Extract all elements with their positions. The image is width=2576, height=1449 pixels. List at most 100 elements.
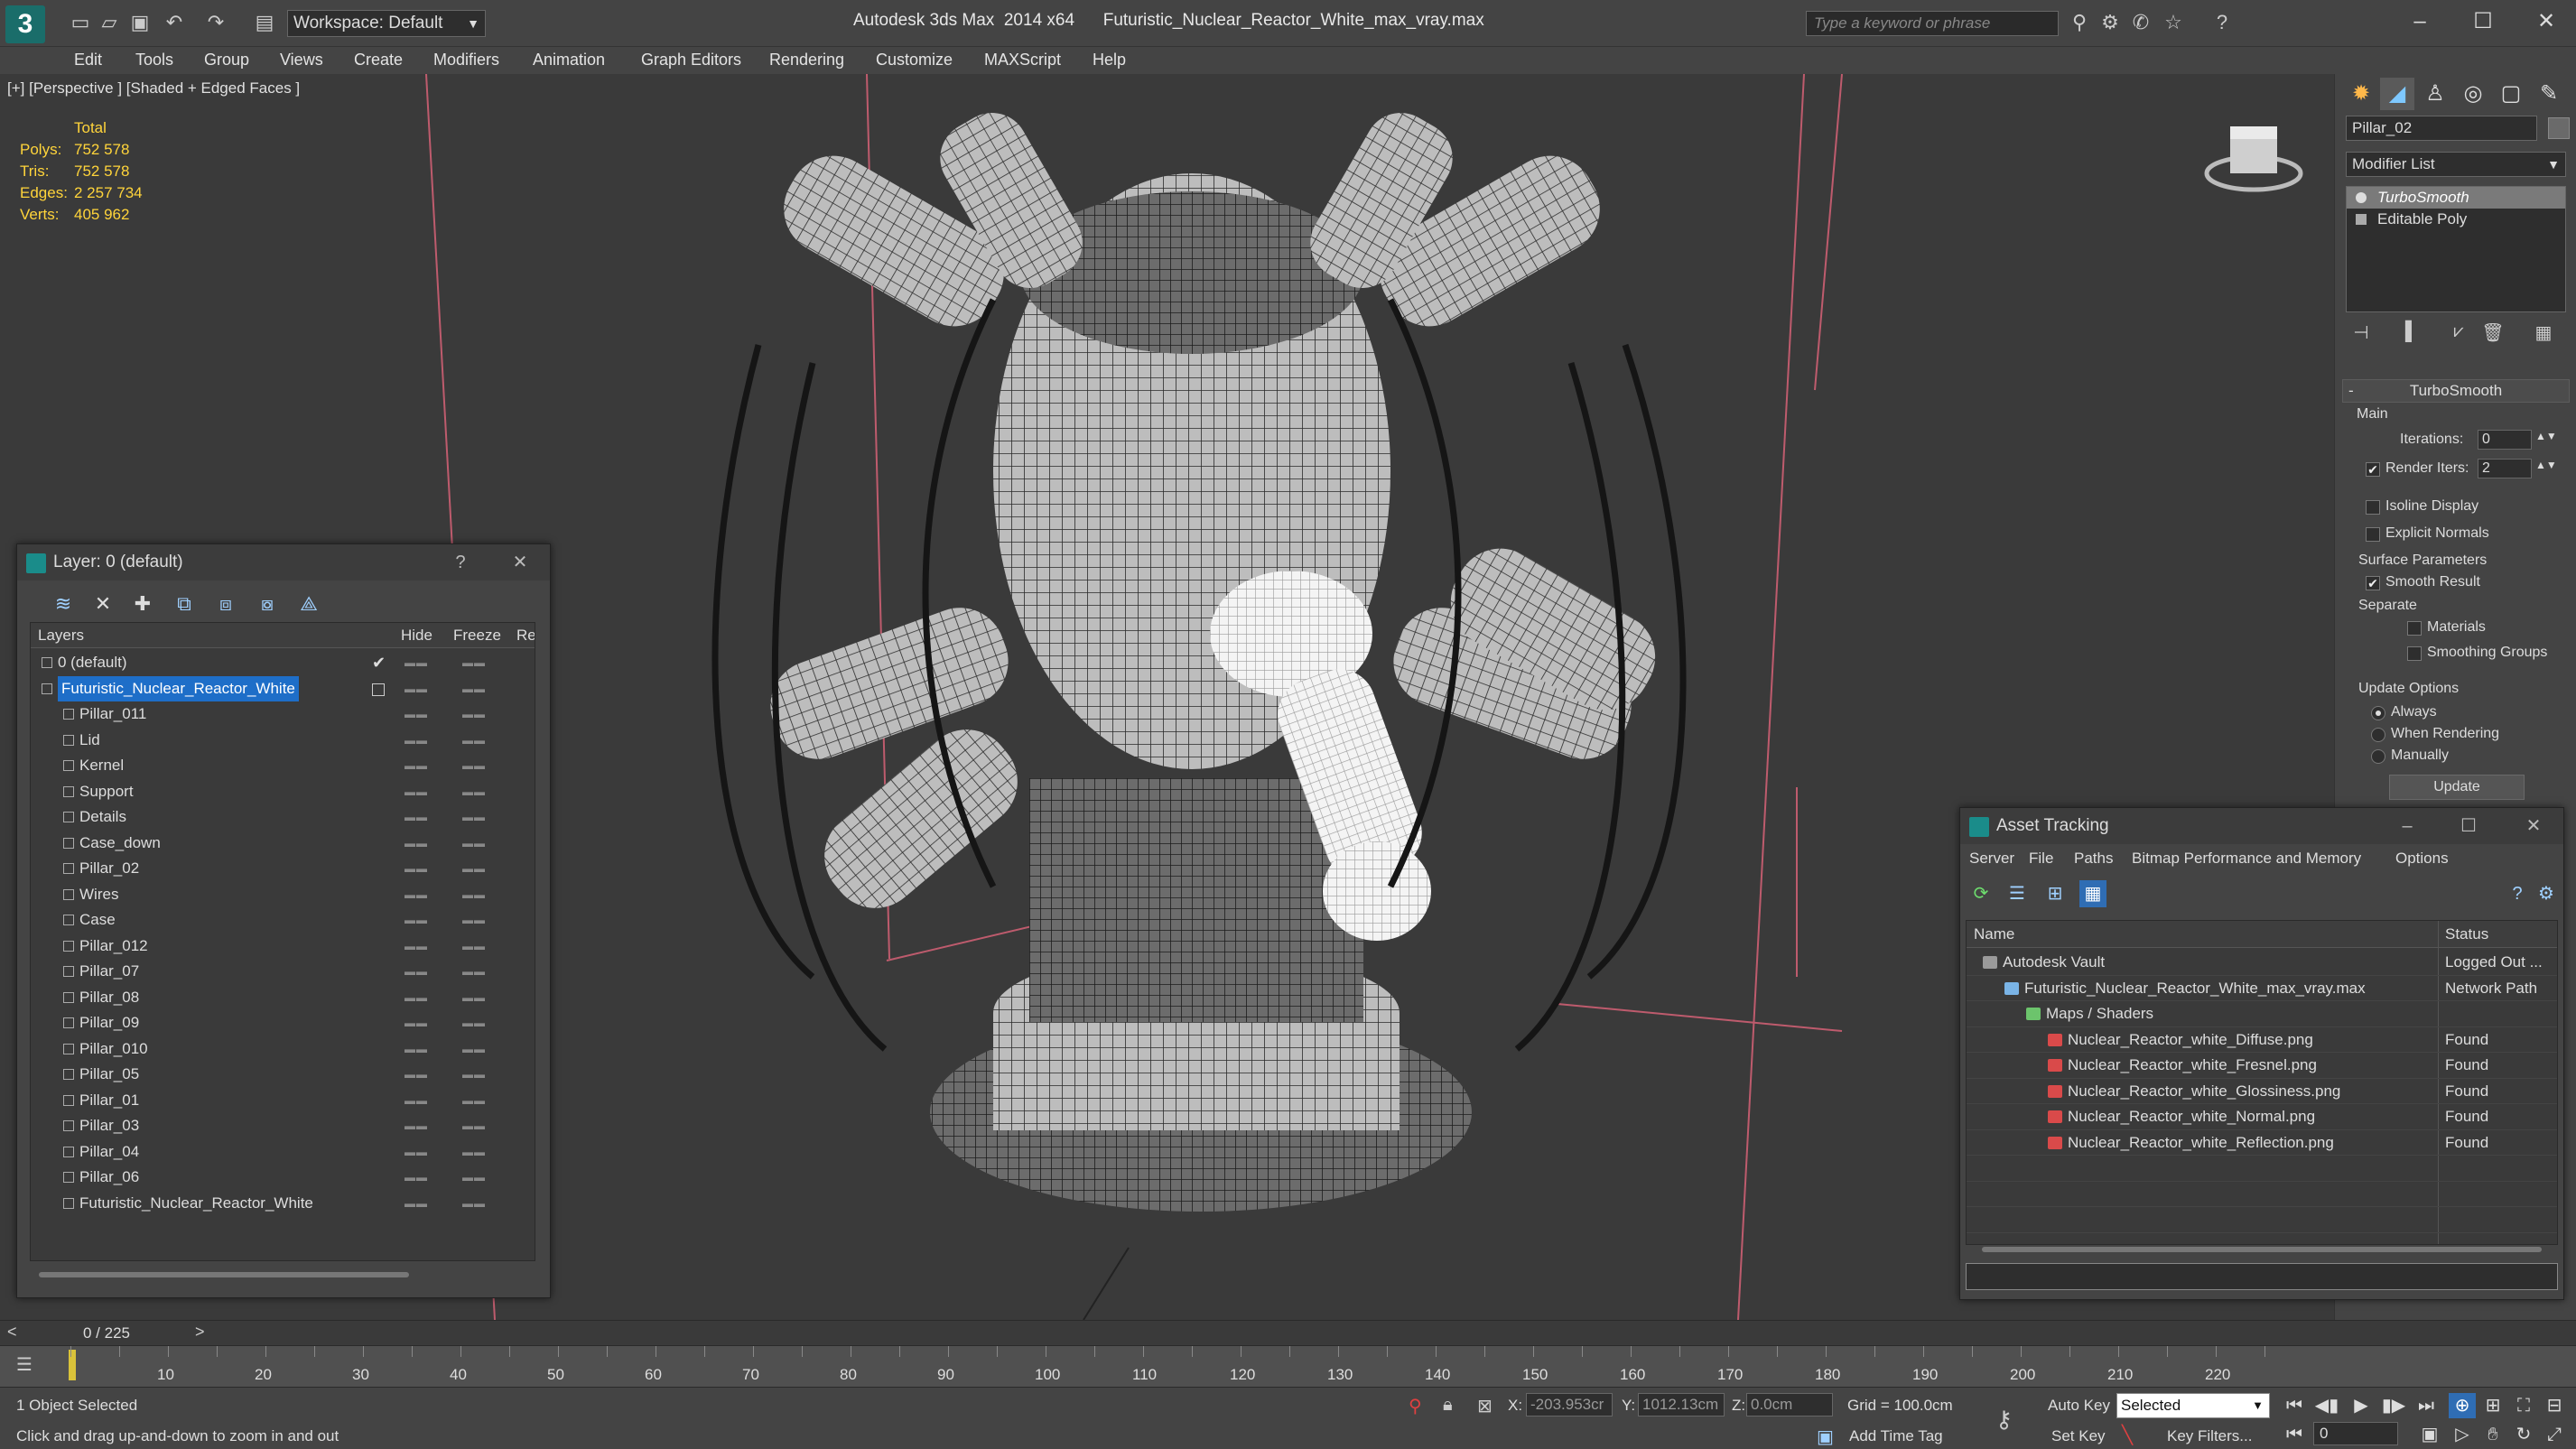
hide-toggle[interactable]: ▬▬ [405, 933, 428, 960]
layer-row[interactable]: Pillar_04 ▬▬ ▬▬ [31, 1139, 535, 1166]
layer-row[interactable]: Pillar_010 ▬▬ ▬▬ [31, 1036, 535, 1063]
hide-all-icon[interactable]: ⧇ [254, 591, 281, 617]
layer-row[interactable]: Pillar_06 ▬▬ ▬▬ [31, 1165, 535, 1191]
modifier-list-dropdown[interactable]: Modifier List ▼ [2346, 152, 2566, 177]
object-color-swatch[interactable] [2548, 117, 2570, 139]
auto-key-button[interactable]: Auto Key [2048, 1397, 2110, 1415]
update-manually-radio[interactable] [2371, 749, 2385, 764]
hide-toggle[interactable]: ▬▬ [405, 882, 428, 908]
key-filters-button[interactable]: Key Filters... [2167, 1427, 2252, 1445]
y-coordinate-field[interactable]: 1012.13cm [1638, 1393, 1725, 1416]
hide-toggle[interactable]: ▬▬ [405, 779, 428, 805]
iterations-spinner[interactable]: 0 [2478, 430, 2532, 450]
hide-toggle[interactable]: ▬▬ [405, 1165, 428, 1191]
freeze-toggle[interactable]: ▬▬ [462, 779, 486, 805]
delete-layer-icon[interactable]: ✕ [89, 591, 116, 617]
pan-view-icon[interactable]: ✋︎ [2479, 1422, 2506, 1447]
menu-graph-editors[interactable]: Graph Editors [641, 51, 741, 70]
asset-row[interactable]: Nuclear_Reactor_white_Normal.png Found [1967, 1104, 2557, 1130]
menu-paths[interactable]: Paths [2074, 850, 2113, 868]
add-time-tag-button[interactable]: Add Time Tag [1849, 1427, 1943, 1445]
layer-row[interactable]: Case_down ▬▬ ▬▬ [31, 831, 535, 857]
play-icon[interactable]: ▶ [2348, 1393, 2375, 1418]
go-to-start-icon[interactable]: ⏮ [2281, 1393, 2308, 1418]
show-end-result-icon[interactable]: ▌ [2400, 321, 2423, 343]
hide-toggle[interactable]: ▬▬ [405, 959, 428, 985]
previous-frame-icon[interactable]: < [7, 1323, 17, 1342]
viewport-label[interactable]: [+] [Perspective ] [Shaded + Edged Faces… [7, 79, 300, 98]
asset-row[interactable]: Maps / Shaders [1967, 1001, 2557, 1027]
freeze-toggle[interactable]: ▬▬ [462, 985, 486, 1011]
column-name[interactable]: Name [1974, 921, 2014, 948]
freeze-toggle[interactable]: ▬▬ [462, 753, 486, 779]
display-tab-icon[interactable]: ▢ [2494, 78, 2528, 110]
menu-create[interactable]: Create [354, 51, 403, 70]
viewcube[interactable] [2204, 126, 2303, 192]
table-view-icon[interactable]: ▦ [2079, 880, 2106, 907]
freeze-toggle[interactable]: ▬▬ [462, 1113, 486, 1139]
selection-lock-icon[interactable]: 🔒︎ [1443, 1395, 1453, 1416]
layer-row[interactable]: Pillar_011 ▬▬ ▬▬ [31, 701, 535, 728]
layer-row[interactable]: Pillar_09 ▬▬ ▬▬ [31, 1010, 535, 1036]
trackbar[interactable]: ☰ 10 20 30 40 50 60 70 80 90 100 110 120 130 140 150 16… [0, 1345, 2576, 1387]
freeze-all-icon[interactable]: ⟁ [295, 591, 322, 617]
hide-toggle[interactable]: ▬▬ [405, 676, 428, 702]
spinner-arrows-icon[interactable]: ▲▼ [2535, 430, 2557, 442]
orbit-icon[interactable]: ↻ [2510, 1422, 2537, 1447]
zoom-extents-all-icon[interactable]: ⊟ [2541, 1393, 2568, 1418]
binoculars-icon[interactable]: ⚲ [2068, 11, 2091, 34]
freeze-toggle[interactable]: ▬▬ [462, 856, 486, 882]
hide-toggle[interactable]: ▬▬ [405, 1088, 428, 1114]
layer-row[interactable]: Pillar_02 ▬▬ ▬▬ [31, 856, 535, 882]
layer-row[interactable]: Case ▬▬ ▬▬ [31, 907, 535, 933]
hide-toggle[interactable]: ▬▬ [405, 1036, 428, 1063]
layer-row[interactable]: Lid ▬▬ ▬▬ [31, 728, 535, 754]
smooth-result-checkbox[interactable]: ✔ [2366, 576, 2380, 590]
stack-item-turbosmooth[interactable]: TurboSmooth [2347, 187, 2565, 209]
hide-toggle[interactable]: ▬▬ [405, 753, 428, 779]
search-input[interactable]: Type a keyword or phrase [1806, 11, 2059, 36]
layer-row[interactable]: Pillar_012 ▬▬ ▬▬ [31, 933, 535, 960]
menu-edit[interactable]: Edit [74, 51, 102, 70]
freeze-toggle[interactable]: ▬▬ [462, 882, 486, 908]
undo-icon[interactable]: ↶ [163, 11, 186, 34]
asset-row[interactable]: Futuristic_Nuclear_Reactor_White_max_vra… [1967, 976, 2557, 1001]
layer-row[interactable]: Details ▬▬ ▬▬ [31, 804, 535, 831]
key-filter-icon[interactable]: ╲ [2122, 1424, 2133, 1446]
object-name-input[interactable]: Pillar_02 [2346, 116, 2537, 141]
layer-row[interactable]: Pillar_08 ▬▬ ▬▬ [31, 985, 535, 1011]
menu-group[interactable]: Group [204, 51, 249, 70]
hide-toggle[interactable]: ▬▬ [405, 701, 428, 728]
freeze-toggle[interactable]: ▬▬ [462, 1010, 486, 1036]
menu-modifiers[interactable]: Modifiers [433, 51, 499, 70]
new-file-icon[interactable]: ▭ [69, 11, 92, 34]
render-iters-checkbox[interactable]: ✔ [2366, 462, 2380, 477]
hide-toggle[interactable]: ▬▬ [405, 1139, 428, 1166]
asset-row[interactable]: Autodesk Vault Logged Out ... [1967, 950, 2557, 976]
close-icon[interactable]: ✕ [2519, 4, 2573, 40]
configure-sets-icon[interactable]: ▦ [2532, 321, 2555, 343]
column-hide[interactable]: Hide [401, 623, 432, 648]
layer-row[interactable]: Pillar_05 ▬▬ ▬▬ [31, 1062, 535, 1088]
column-layers[interactable]: Layers [38, 623, 84, 648]
motion-tab-icon[interactable]: ◎ [2456, 78, 2490, 110]
freeze-toggle[interactable]: ▬▬ [462, 676, 486, 702]
layer-row[interactable]: Wires ▬▬ ▬▬ [31, 882, 535, 908]
communication-icon[interactable]: ✆ [2129, 11, 2153, 34]
layer-row[interactable]: Futuristic_Nuclear_Reactor_White ▬▬ ▬▬ [31, 1191, 535, 1217]
zoom-extents-icon[interactable]: ⛶ [2510, 1393, 2537, 1418]
freeze-toggle[interactable]: ▬▬ [462, 1139, 486, 1166]
stack-item-editable-poly[interactable]: Editable Poly [2347, 209, 2565, 230]
hierarchy-tab-icon[interactable]: ♙ [2418, 78, 2452, 110]
menu-help[interactable]: Help [1093, 51, 1126, 70]
favorites-star-icon[interactable]: ☆ [2162, 11, 2185, 34]
active-layer-check-icon[interactable]: ✔ [372, 650, 386, 676]
menu-animation[interactable]: Animation [533, 51, 605, 70]
select-objects-icon[interactable]: ⧉ [171, 591, 198, 617]
add-to-layer-icon[interactable]: ✚ [129, 591, 156, 617]
freeze-toggle[interactable]: ▬▬ [462, 831, 486, 857]
absolute-transform-icon[interactable]: ⊠ [1477, 1395, 1493, 1417]
asset-row[interactable]: Nuclear_Reactor_white_Glossiness.png Foun… [1967, 1079, 2557, 1104]
key-mode-select[interactable]: Selected ▼ [2116, 1393, 2270, 1418]
make-unique-icon[interactable]: ⩗ [2447, 321, 2470, 343]
